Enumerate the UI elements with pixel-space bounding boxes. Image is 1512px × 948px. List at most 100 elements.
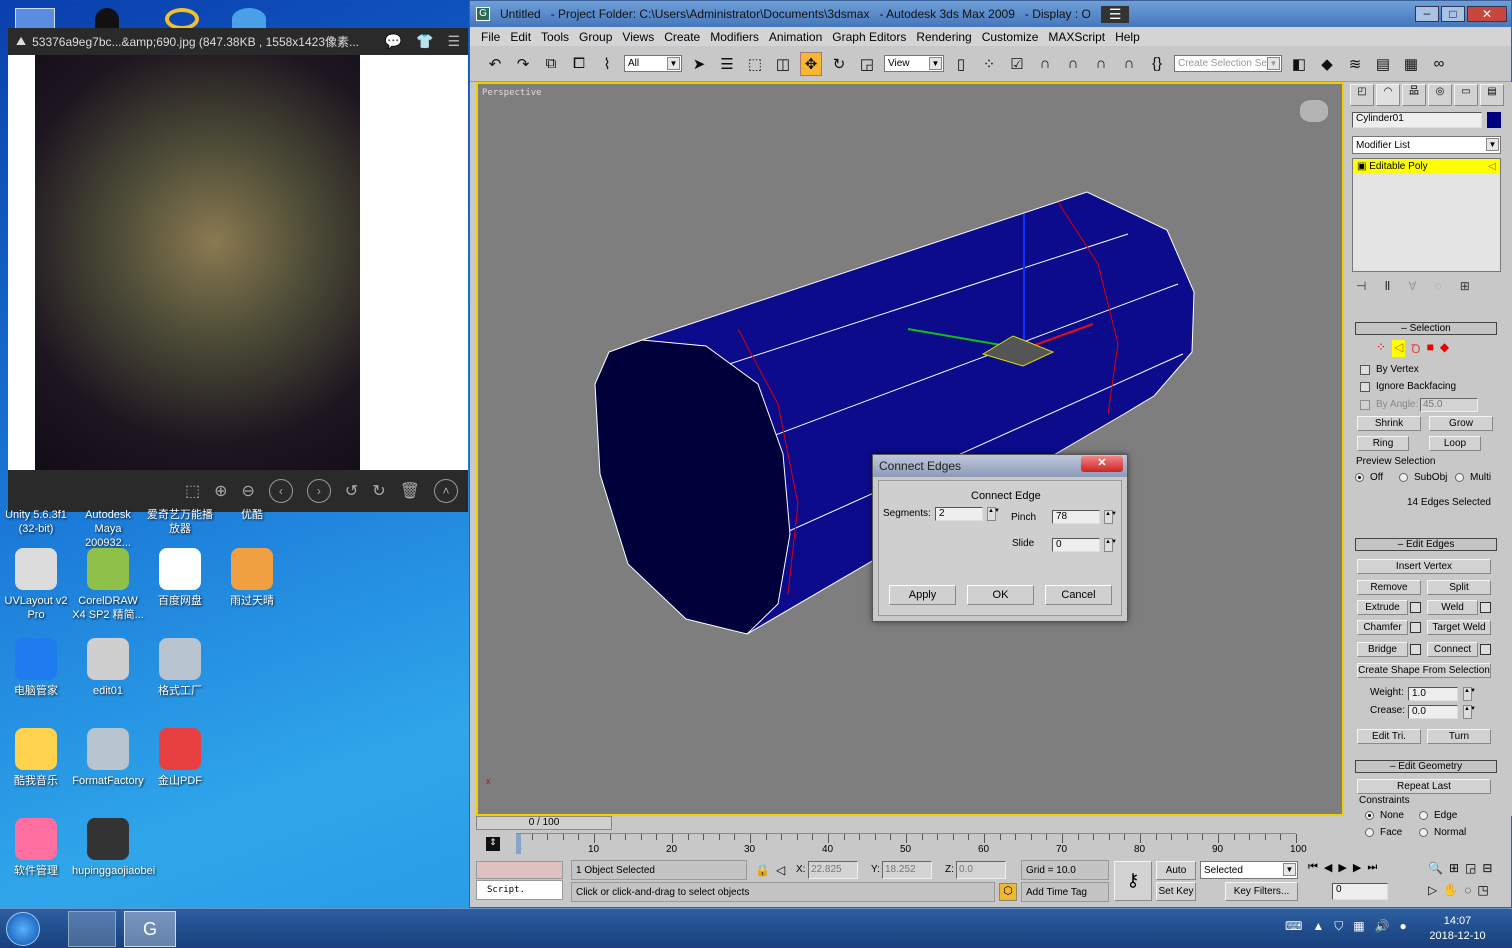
desktop-icon-maya[interactable]: Autodesk Maya 200932...: [72, 508, 144, 550]
menu-create[interactable]: Create: [659, 30, 705, 44]
desktop-icon[interactable]: UVLayout v2 Pro: [0, 548, 72, 622]
constraint-none-radio[interactable]: [1365, 811, 1374, 820]
cancel-button[interactable]: Cancel: [1045, 585, 1112, 605]
maximize-button[interactable]: □: [1441, 6, 1465, 22]
close-button[interactable]: ✕: [1467, 6, 1507, 22]
slide-spinner[interactable]: ▲▼: [1104, 538, 1117, 552]
mini-curve-toggle-icon[interactable]: ⇕: [486, 837, 500, 851]
menu-icon[interactable]: ☰: [447, 33, 460, 50]
menu-maxscript[interactable]: MAXScript: [1043, 30, 1110, 44]
by-angle-checkbox[interactable]: [1360, 400, 1370, 410]
split-button[interactable]: Split: [1427, 580, 1491, 595]
zoom-extents-all-icon[interactable]: ⊟: [1482, 861, 1492, 875]
desktop-icon-app[interactable]: [232, 8, 266, 30]
next-icon[interactable]: ›: [306, 479, 331, 503]
align-icon[interactable]: ◆: [1316, 52, 1338, 76]
angle-field[interactable]: 45.0: [1420, 398, 1478, 412]
modifier-list-dropdown[interactable]: Modifier List ▼: [1352, 136, 1501, 154]
desktop-icon-youku[interactable]: 优酷: [216, 508, 288, 522]
desktop-icon[interactable]: hupinggaojiaobei: [72, 818, 155, 878]
repeat-last-button[interactable]: Repeat Last: [1357, 779, 1491, 794]
desktop-icon[interactable]: 金山PDF: [144, 728, 216, 788]
edit-geometry-rollout-header[interactable]: – Edit Geometry: [1355, 760, 1497, 773]
zoom-in-icon[interactable]: ⊕: [214, 481, 227, 501]
selection-rollout-header[interactable]: – Selection: [1355, 322, 1497, 335]
motion-tab-icon[interactable]: ◎: [1428, 84, 1452, 106]
pinch-spinner[interactable]: ▲▼: [1104, 510, 1117, 524]
rect-selection-icon[interactable]: ⬚: [744, 52, 766, 76]
create-tab-icon[interactable]: ◰: [1350, 84, 1374, 106]
desktop-icon-computer[interactable]: [15, 8, 55, 30]
time-tag-icon[interactable]: ⬡: [999, 883, 1017, 901]
show-end-result-icon[interactable]: Ⅱ: [1384, 279, 1390, 293]
maxscript-mini-listener[interactable]: Script.: [476, 880, 563, 900]
minimize-button[interactable]: –: [1415, 6, 1439, 22]
configure-sets-icon[interactable]: ⊞: [1460, 279, 1470, 293]
desktop-icon-qq[interactable]: [95, 8, 119, 30]
select-object-icon[interactable]: ➤: [688, 52, 710, 76]
menu-rendering[interactable]: Rendering: [911, 30, 976, 44]
border-icon[interactable]: Ꝺ: [1411, 340, 1420, 357]
pinch-field[interactable]: 78: [1052, 510, 1100, 524]
z-coordinate-field[interactable]: 0.0: [956, 861, 1006, 879]
manipulate-icon[interactable]: ☑: [1006, 52, 1028, 76]
desktop-icon[interactable]: FormatFactory: [72, 728, 144, 788]
security-shield-icon[interactable]: ⛉: [1334, 919, 1343, 934]
slide-field[interactable]: 0: [1052, 538, 1100, 552]
element-icon[interactable]: ◆: [1440, 340, 1449, 357]
menu-help[interactable]: Help: [1110, 30, 1145, 44]
ignore-backfacing-checkbox[interactable]: [1360, 382, 1370, 392]
schematic-view-icon[interactable]: ▦: [1400, 52, 1422, 76]
menu-edit[interactable]: Edit: [505, 30, 536, 44]
weld-settings-icon[interactable]: [1480, 602, 1491, 613]
go-to-end-icon[interactable]: ⏭: [1367, 861, 1377, 874]
perspective-viewport[interactable]: Perspective x Connect Edges ✕ Connect Ed…: [476, 82, 1344, 816]
taskbar-image-viewer[interactable]: [68, 911, 116, 947]
target-weld-button[interactable]: Target Weld: [1427, 620, 1491, 635]
pin-stack-icon[interactable]: ⊣: [1356, 279, 1366, 293]
prev-frame-icon[interactable]: ◀: [1324, 861, 1332, 874]
auto-key-button[interactable]: Auto Key: [1156, 861, 1196, 893]
menu-views[interactable]: Views: [617, 30, 659, 44]
zoom-extents-icon[interactable]: ◲: [1465, 861, 1476, 875]
mirror-icon[interactable]: ◧: [1288, 52, 1310, 76]
desktop-icon[interactable]: edit01: [72, 638, 144, 698]
desktop-icon[interactable]: 百度网盘: [144, 548, 216, 608]
keyboard-icon[interactable]: ⌨: [1285, 919, 1302, 934]
hierarchy-tab-icon[interactable]: 品: [1402, 84, 1426, 106]
undo-icon[interactable]: ↶: [484, 52, 506, 76]
desktop-icon-unity[interactable]: Unity 5.6.3f1 (32-bit): [0, 508, 72, 536]
viewcube-icon[interactable]: [1300, 100, 1328, 122]
display-tab-icon[interactable]: ▭: [1454, 84, 1478, 106]
volume-icon[interactable]: 🔊: [1375, 919, 1390, 934]
unlink-icon[interactable]: ⧠: [568, 52, 590, 76]
chamfer-button[interactable]: Chamfer: [1357, 620, 1408, 635]
rotate-icon[interactable]: ↻: [828, 52, 850, 76]
taskbar-3dsmax[interactable]: G: [124, 911, 176, 947]
pan-icon[interactable]: ✋: [1443, 883, 1458, 897]
weight-spinner[interactable]: ▲▼: [1463, 687, 1476, 701]
segments-field[interactable]: 2: [935, 507, 983, 521]
remove-button[interactable]: Remove: [1357, 580, 1421, 595]
rotate-right-icon[interactable]: ↻: [372, 481, 385, 501]
edit-tri-button[interactable]: Edit Tri.: [1357, 729, 1421, 744]
desktop-icon-ie[interactable]: [165, 8, 199, 30]
select-by-name-icon[interactable]: ☰: [716, 52, 738, 76]
track-bar[interactable]: 0102030405060708090100: [516, 833, 1307, 859]
ok-button[interactable]: OK: [967, 585, 1034, 605]
shrink-button[interactable]: Shrink: [1357, 416, 1421, 431]
menu-file[interactable]: File: [476, 30, 505, 44]
zoom-out-icon[interactable]: ⊖: [241, 481, 254, 501]
by-vertex-checkbox[interactable]: [1360, 365, 1370, 375]
spinner-snap-icon[interactable]: ∩: [1118, 52, 1140, 76]
material-editor-icon[interactable]: ∞: [1428, 52, 1450, 76]
desktop-icon[interactable]: CorelDRAW X4 SP2 精简...: [72, 548, 144, 622]
preview-off-radio[interactable]: [1355, 473, 1364, 482]
clock[interactable]: 14:07 2018-12-10: [1420, 914, 1495, 944]
key-filters-button[interactable]: Key Filters...: [1225, 882, 1298, 901]
next-frame-icon[interactable]: ▶: [1353, 861, 1361, 874]
bind-space-warp-icon[interactable]: ⌇: [596, 52, 618, 76]
create-shape-button[interactable]: Create Shape From Selection: [1357, 663, 1491, 678]
utilities-tab-icon[interactable]: ▤: [1480, 84, 1504, 106]
grow-button[interactable]: Grow: [1429, 416, 1493, 431]
